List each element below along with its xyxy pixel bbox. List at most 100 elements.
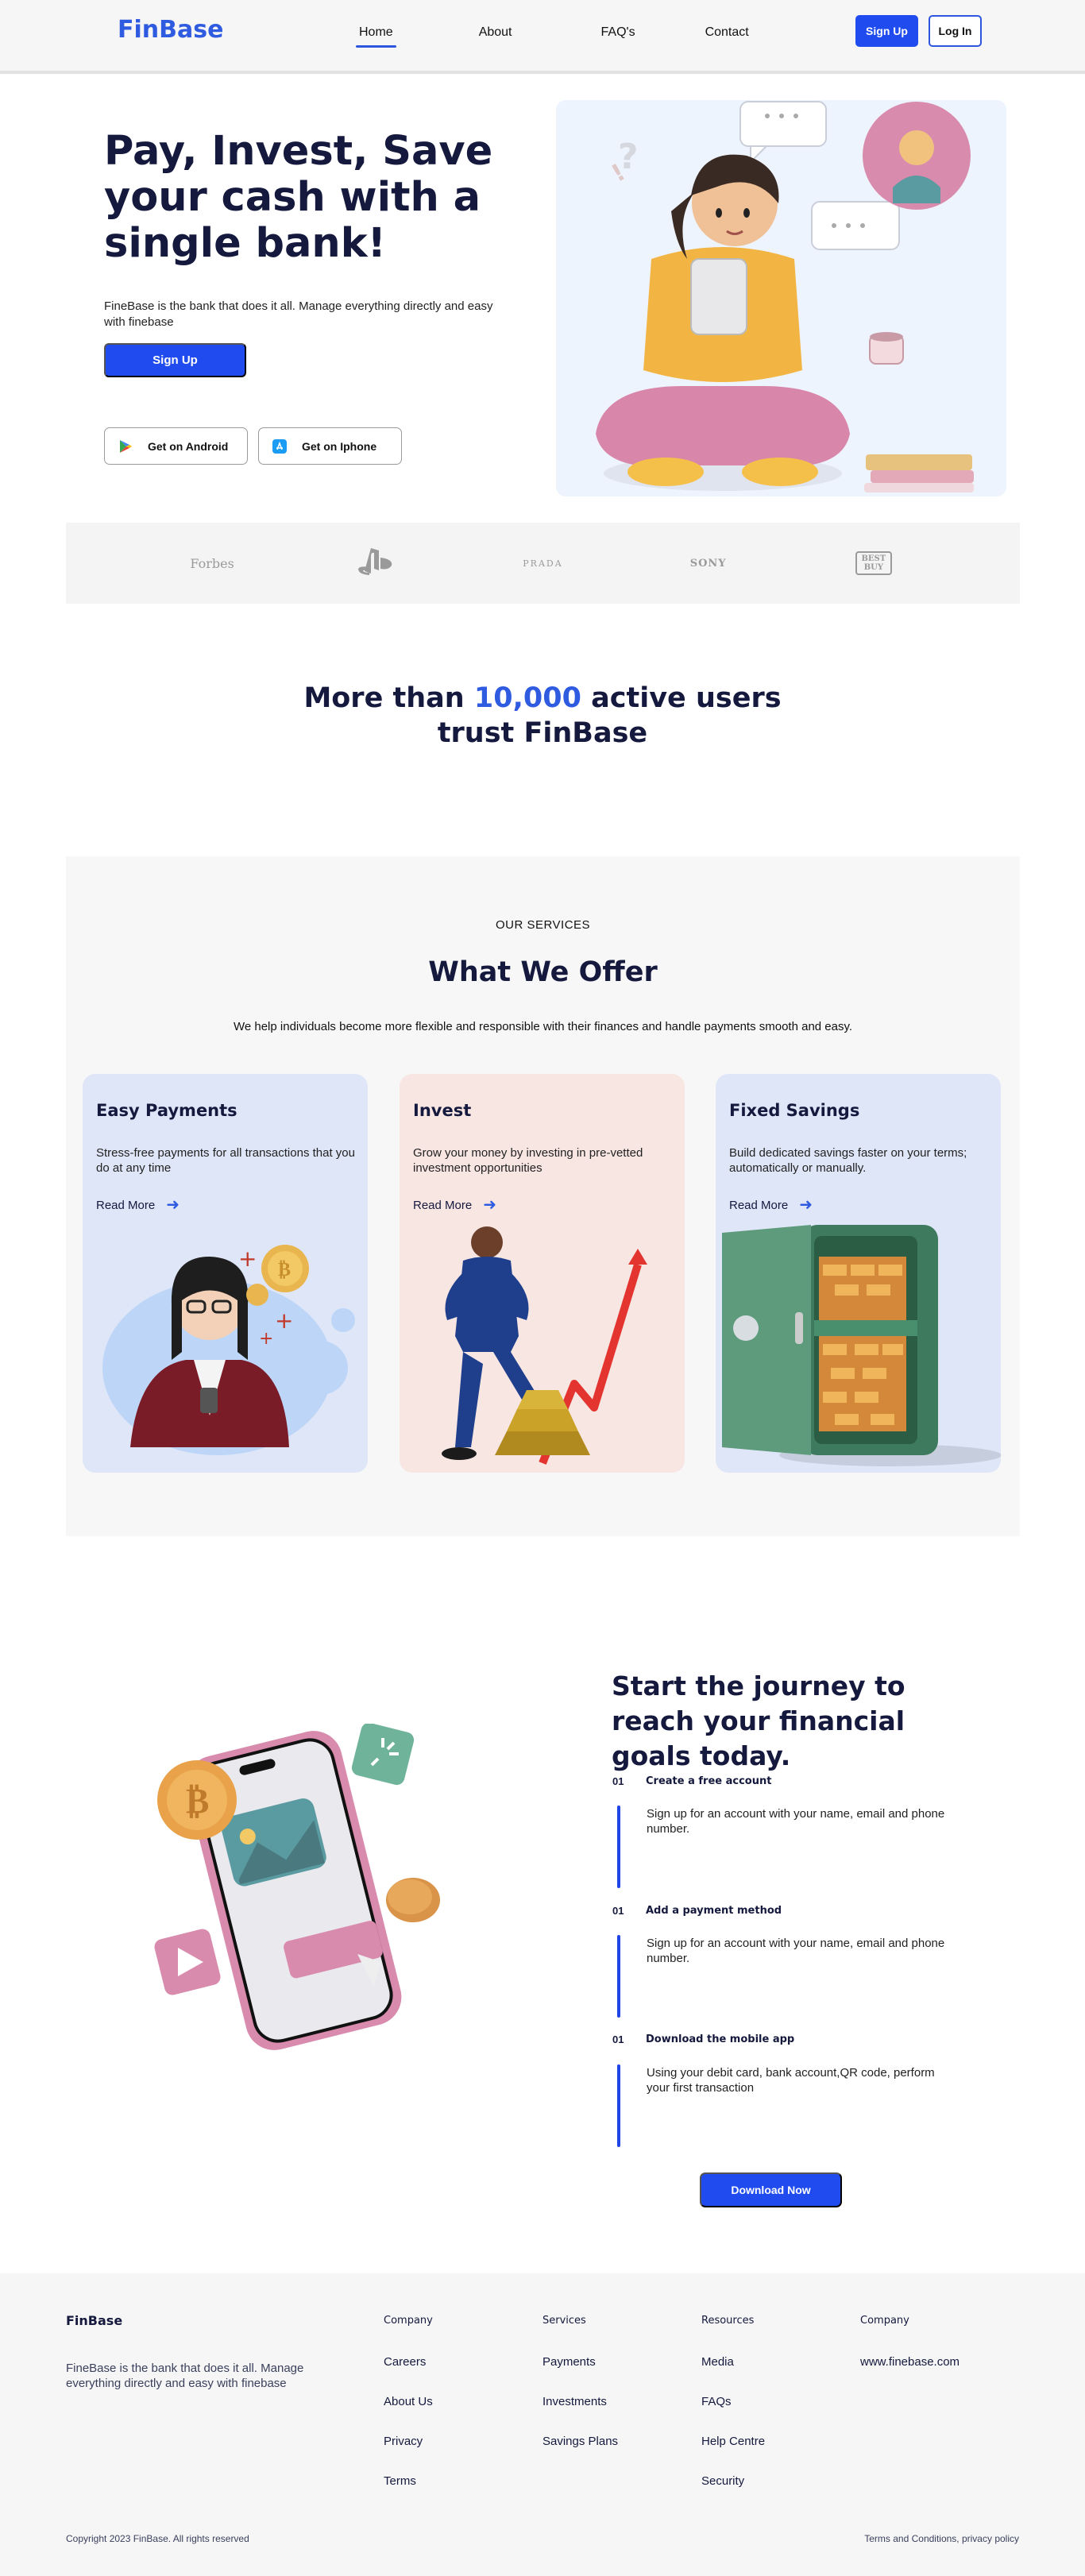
forbes-logo: Forbes	[190, 555, 234, 571]
woman-phone-illustration: ₿ + + +	[83, 1225, 368, 1473]
download-now-button[interactable]: Download Now	[700, 2172, 842, 2207]
login-button[interactable]: Log In	[929, 15, 982, 47]
footer-column-title: Resources	[701, 2315, 755, 2327]
iphone-label: Get on Iphone	[302, 439, 377, 453]
app-store-icon	[272, 438, 288, 454]
read-more-label: Read More	[729, 1198, 789, 1212]
users-count: 10,000	[473, 682, 581, 714]
sony-logo: SONY	[689, 557, 727, 570]
footer-link-investments[interactable]: Investments	[542, 2395, 618, 2408]
nav-link-home[interactable]: Home	[349, 25, 403, 48]
prada-logo: PRADA	[523, 558, 563, 569]
services-section: OUR SERVICES What We Offer We help indiv…	[66, 856, 1020, 1536]
step-title: Download the mobile app	[646, 2033, 795, 2045]
android-label: Get on Android	[148, 439, 229, 453]
card-title: Invest	[413, 1101, 472, 1120]
svg-text:₿: ₿	[186, 1781, 209, 1821]
iphone-download-button[interactable]: Get on Iphone	[258, 427, 402, 465]
footer-column-resources: Resources Media FAQs Help Centre Securit…	[701, 2315, 765, 2514]
footer-link-faqs[interactable]: FAQs	[701, 2395, 765, 2408]
card-text: Grow your money by investing in pre-vett…	[413, 1146, 643, 1175]
footer-column-title: Company	[860, 2315, 909, 2327]
footer-terms-link[interactable]: Terms and Conditions, privacy policy	[864, 2533, 1019, 2544]
footer-column-company: Company Careers About Us Privacy Terms	[384, 2315, 433, 2514]
services-title: What We Offer	[428, 956, 658, 988]
top-navbar: FinBase Home About FAQ's Contact Sign Up…	[0, 0, 1085, 74]
footer: FinBase FineBase is the bank that does i…	[0, 2273, 1085, 2576]
bestbuy-logo: BEST BUY	[838, 551, 909, 575]
hero-description: FineBase is the bank that does it all. M…	[104, 299, 493, 329]
footer-link-media[interactable]: Media	[701, 2355, 765, 2369]
services-eyebrow: OUR SERVICES	[495, 918, 591, 932]
footer-link-about-us[interactable]: About Us	[384, 2395, 433, 2408]
logo[interactable]: FinBase	[118, 16, 223, 44]
footer-link-savings-plans[interactable]: Savings Plans	[542, 2435, 618, 2448]
step-title: Add a payment method	[646, 1905, 782, 1917]
android-download-button[interactable]: Get on Android	[104, 427, 248, 465]
footer-link-security[interactable]: Security	[701, 2474, 765, 2488]
footer-link-terms[interactable]: Terms	[384, 2474, 433, 2488]
footer-column-title: Services	[542, 2315, 586, 2327]
hero-illustration: ? !	[556, 100, 1006, 496]
card-title: Easy Payments	[96, 1101, 237, 1120]
phone-coins-illustration: ₿	[151, 1722, 453, 2057]
hero-signup-button[interactable]: Sign Up	[104, 343, 246, 377]
footer-link-payments[interactable]: Payments	[542, 2355, 618, 2369]
read-more-label: Read More	[96, 1198, 156, 1212]
safe-gold-illustration	[716, 1225, 1001, 1473]
hero-title: Pay, Invest, Save your cash with a singl…	[104, 128, 493, 267]
footer-column-title: Company	[384, 2315, 433, 2327]
service-card-invest[interactable]: Invest Grow your money by investing in p…	[400, 1074, 685, 1473]
svg-text:₿: ₿	[278, 1258, 291, 1280]
svg-text:+: +	[238, 1246, 257, 1272]
step-number: 01	[612, 2033, 624, 2045]
step-bar	[617, 1935, 620, 2018]
businessman-gold-illustration	[400, 1225, 685, 1473]
arrow-right-icon: ➜	[483, 1196, 496, 1214]
journey-title: Start the journey to reach your financia…	[612, 1670, 905, 1771]
brand-logos-strip: Forbes PRADA SONY BEST BUY	[66, 523, 1020, 604]
step-number: 01	[612, 1905, 624, 1917]
step-bar	[617, 2064, 620, 2147]
step-bar	[617, 1806, 620, 1888]
signup-button[interactable]: Sign Up	[855, 15, 918, 47]
svg-text:+: +	[259, 1329, 273, 1349]
footer-link-privacy[interactable]: Privacy	[384, 2435, 433, 2448]
footer-column-contact: Company www.finebase.com	[860, 2315, 960, 2395]
step-text: Sign up for an account with your name, e…	[647, 1807, 945, 1836]
step-text: Using your debit card, bank account,QR c…	[647, 2066, 935, 2095]
step-text: Sign up for an account with your name, e…	[647, 1937, 945, 1965]
footer-link-careers[interactable]: Careers	[384, 2355, 433, 2369]
read-more-link[interactable]: Read More ➜	[729, 1197, 813, 1213]
nav-link-contact[interactable]: Contact	[696, 25, 759, 48]
users-heading-after: active users	[581, 682, 782, 714]
footer-copyright: Copyright 2023 FinBase. All rights reser…	[66, 2533, 249, 2544]
service-card-easy-payments[interactable]: Easy Payments Stress-free payments for a…	[83, 1074, 368, 1473]
footer-description: FineBase is the bank that does it all. M…	[66, 2362, 304, 2390]
users-heading-before: More than	[303, 682, 474, 714]
arrow-right-icon: ➜	[166, 1196, 180, 1214]
playstation-logo	[342, 546, 413, 580]
nav-link-about[interactable]: About	[469, 25, 522, 48]
read-more-link[interactable]: Read More ➜	[96, 1197, 180, 1213]
svg-text:+: +	[275, 1307, 293, 1334]
active-users-heading: More than 10,000 active users trust FinB…	[0, 681, 1085, 751]
step-number: 01	[612, 1775, 624, 1787]
arrow-right-icon: ➜	[799, 1196, 813, 1214]
read-more-label: Read More	[413, 1198, 473, 1212]
footer-link-help-centre[interactable]: Help Centre	[701, 2435, 765, 2448]
play-store-icon	[118, 438, 133, 454]
users-heading-line2: trust FinBase	[437, 717, 648, 749]
read-more-link[interactable]: Read More ➜	[413, 1197, 496, 1213]
footer-brand[interactable]: FinBase	[66, 2313, 122, 2328]
card-text: Stress-free payments for all transaction…	[96, 1146, 355, 1175]
services-description: We help individuals become more flexible…	[233, 1020, 853, 1033]
card-text: Build dedicated savings faster on your t…	[729, 1146, 967, 1175]
nav-link-faqs[interactable]: FAQ's	[592, 25, 645, 48]
nav-links: Home About FAQ's Contact	[342, 25, 759, 48]
footer-link-website[interactable]: www.finebase.com	[860, 2355, 960, 2369]
service-card-fixed-savings[interactable]: Fixed Savings Build dedicated savings fa…	[716, 1074, 1001, 1473]
step-title: Create a free account	[646, 1775, 772, 1787]
footer-column-services: Services Payments Investments Savings Pl…	[542, 2315, 618, 2474]
card-title: Fixed Savings	[729, 1101, 860, 1120]
